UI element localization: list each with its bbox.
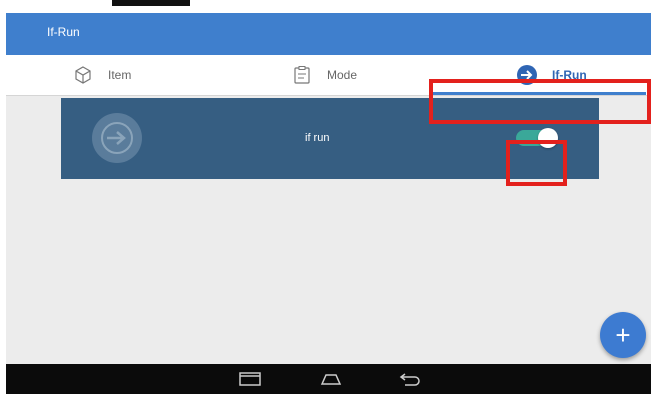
- tab-mode-label: Mode: [327, 68, 358, 82]
- top-bar-fragment: [112, 0, 190, 6]
- home-icon[interactable]: [318, 371, 344, 387]
- tab-item[interactable]: Item: [72, 55, 131, 95]
- app-bar: If-Run: [6, 13, 651, 55]
- tab-item-label: Item: [108, 68, 132, 82]
- back-icon[interactable]: [397, 371, 423, 387]
- top-strip: [0, 0, 651, 13]
- tab-mode[interactable]: Mode: [291, 55, 357, 95]
- highlight-tab-box: [429, 79, 651, 124]
- cube-icon: [72, 64, 94, 86]
- mode-icon: [291, 64, 313, 86]
- recent-apps-icon[interactable]: [237, 371, 263, 387]
- navigation-bar: [6, 364, 651, 394]
- app-title: If-Run: [47, 25, 80, 39]
- highlight-toggle-box: [506, 140, 567, 186]
- card-label: if run: [305, 132, 330, 144]
- arrow-circle-icon: [91, 112, 143, 164]
- add-button[interactable]: +: [600, 312, 646, 358]
